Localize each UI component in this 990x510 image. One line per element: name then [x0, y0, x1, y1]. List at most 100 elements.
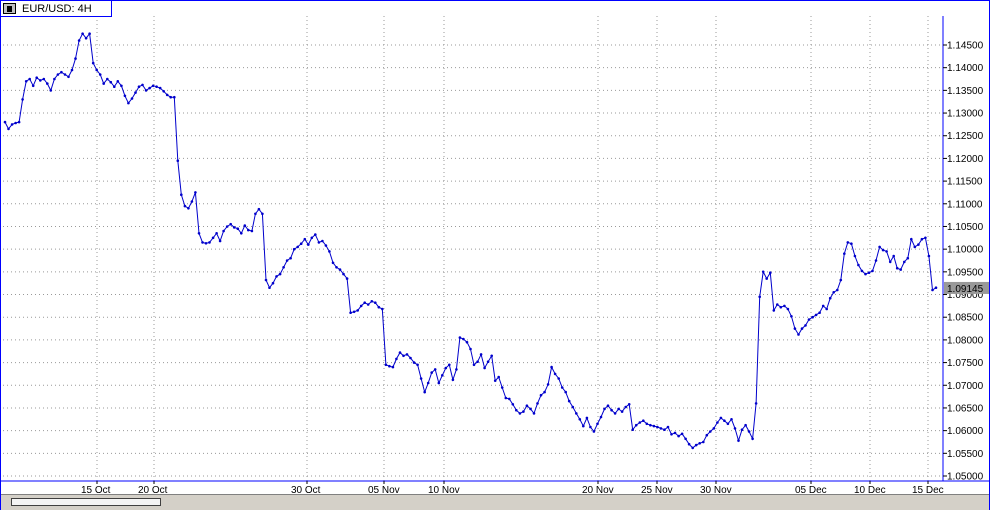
price-point — [433, 368, 437, 371]
price-point — [257, 207, 261, 211]
price-point — [518, 412, 522, 415]
x-tick-label: 20 Oct — [138, 485, 168, 494]
price-point — [176, 159, 180, 162]
price-point — [24, 80, 28, 83]
price-point — [719, 416, 723, 420]
price-point — [134, 91, 137, 94]
window-title-tab[interactable]: EUR/USD: 4H — [1, 1, 112, 17]
price-point — [151, 84, 155, 88]
price-point — [821, 304, 825, 308]
price-point — [578, 418, 582, 421]
price-point — [102, 82, 105, 85]
price-point — [895, 266, 899, 270]
price-point — [359, 304, 363, 308]
price-point — [582, 424, 585, 428]
price-point — [430, 371, 434, 374]
price-point — [634, 423, 638, 427]
price-point — [776, 303, 779, 306]
price-point — [818, 311, 821, 315]
price-point — [613, 412, 617, 415]
price-point — [804, 324, 807, 327]
price-point — [666, 425, 670, 429]
price-point — [444, 366, 448, 370]
price-chart[interactable]: 1.14500 1.14000 1.13500 1.13000 1.12500 1.120… — [1, 1, 989, 494]
price-point — [183, 204, 187, 208]
price-point — [874, 259, 878, 262]
price-point — [21, 98, 24, 101]
price-point — [412, 361, 416, 364]
horizontal-scrollbar[interactable] — [1, 494, 989, 510]
price-point — [910, 237, 913, 241]
price-point — [363, 301, 367, 305]
price-point — [522, 410, 525, 413]
price-point — [659, 427, 663, 430]
window-menu-icon[interactable] — [3, 3, 16, 14]
price-point — [271, 281, 275, 285]
price-point — [423, 390, 427, 394]
price-point — [28, 77, 32, 81]
price-point — [14, 121, 17, 125]
price-point — [610, 408, 613, 412]
price-point — [197, 232, 201, 235]
price-point — [906, 256, 910, 260]
price-point — [811, 315, 814, 319]
price-point — [885, 250, 888, 253]
price-point — [321, 239, 324, 243]
price-point — [903, 260, 906, 264]
price-point — [483, 366, 486, 370]
price-point — [328, 250, 331, 253]
y-tick-label: 1.14000 — [947, 63, 984, 74]
price-point — [398, 351, 402, 354]
price-point — [853, 254, 857, 258]
price-point — [479, 353, 483, 356]
price-point — [867, 271, 871, 275]
price-point — [599, 415, 603, 419]
scrollbar-thumb[interactable] — [11, 498, 161, 506]
x-tick-label: 15 Dec — [912, 485, 944, 494]
price-point — [419, 377, 423, 380]
price-point — [765, 277, 768, 280]
price-point — [592, 430, 596, 433]
price-point — [349, 311, 352, 315]
price-point — [342, 272, 345, 276]
x-tick-label: 15 Oct — [81, 485, 111, 494]
x-tick-label: 10 Nov — [428, 485, 460, 494]
price-point — [892, 254, 895, 258]
price-point — [550, 365, 553, 369]
price-point — [497, 375, 501, 379]
price-point — [95, 68, 98, 72]
price-point — [292, 247, 296, 251]
last-price-label: 1.09145 — [947, 284, 984, 295]
price-point — [857, 263, 860, 267]
price-point — [120, 84, 123, 88]
price-point — [42, 77, 46, 81]
price-point — [546, 383, 550, 386]
price-point — [169, 95, 172, 99]
price-point — [723, 419, 726, 423]
price-point — [31, 84, 35, 88]
price-point — [934, 286, 938, 290]
price-point — [627, 403, 631, 406]
price-point — [310, 236, 314, 240]
price-point — [144, 89, 148, 92]
price-point — [828, 296, 832, 300]
price-point — [843, 252, 846, 255]
price-point — [871, 269, 874, 273]
price-point — [567, 399, 571, 403]
price-point — [106, 77, 109, 81]
price-point — [525, 404, 529, 408]
price-point — [758, 295, 761, 299]
chart-window: 1.14500 1.14000 1.13500 1.13000 1.12500 1.120… — [0, 0, 990, 510]
price-point — [409, 356, 412, 360]
y-tick-label: 1.05500 — [947, 449, 984, 460]
price-point — [285, 259, 289, 262]
price-point — [744, 423, 747, 427]
y-tick-label: 1.07500 — [947, 358, 984, 369]
price-point — [17, 120, 21, 124]
price-point — [476, 360, 479, 364]
price-point — [148, 86, 151, 90]
price-point — [370, 300, 374, 303]
price-point — [564, 390, 567, 394]
price-point — [381, 307, 384, 311]
x-tick-label: 30 Oct — [291, 485, 321, 494]
